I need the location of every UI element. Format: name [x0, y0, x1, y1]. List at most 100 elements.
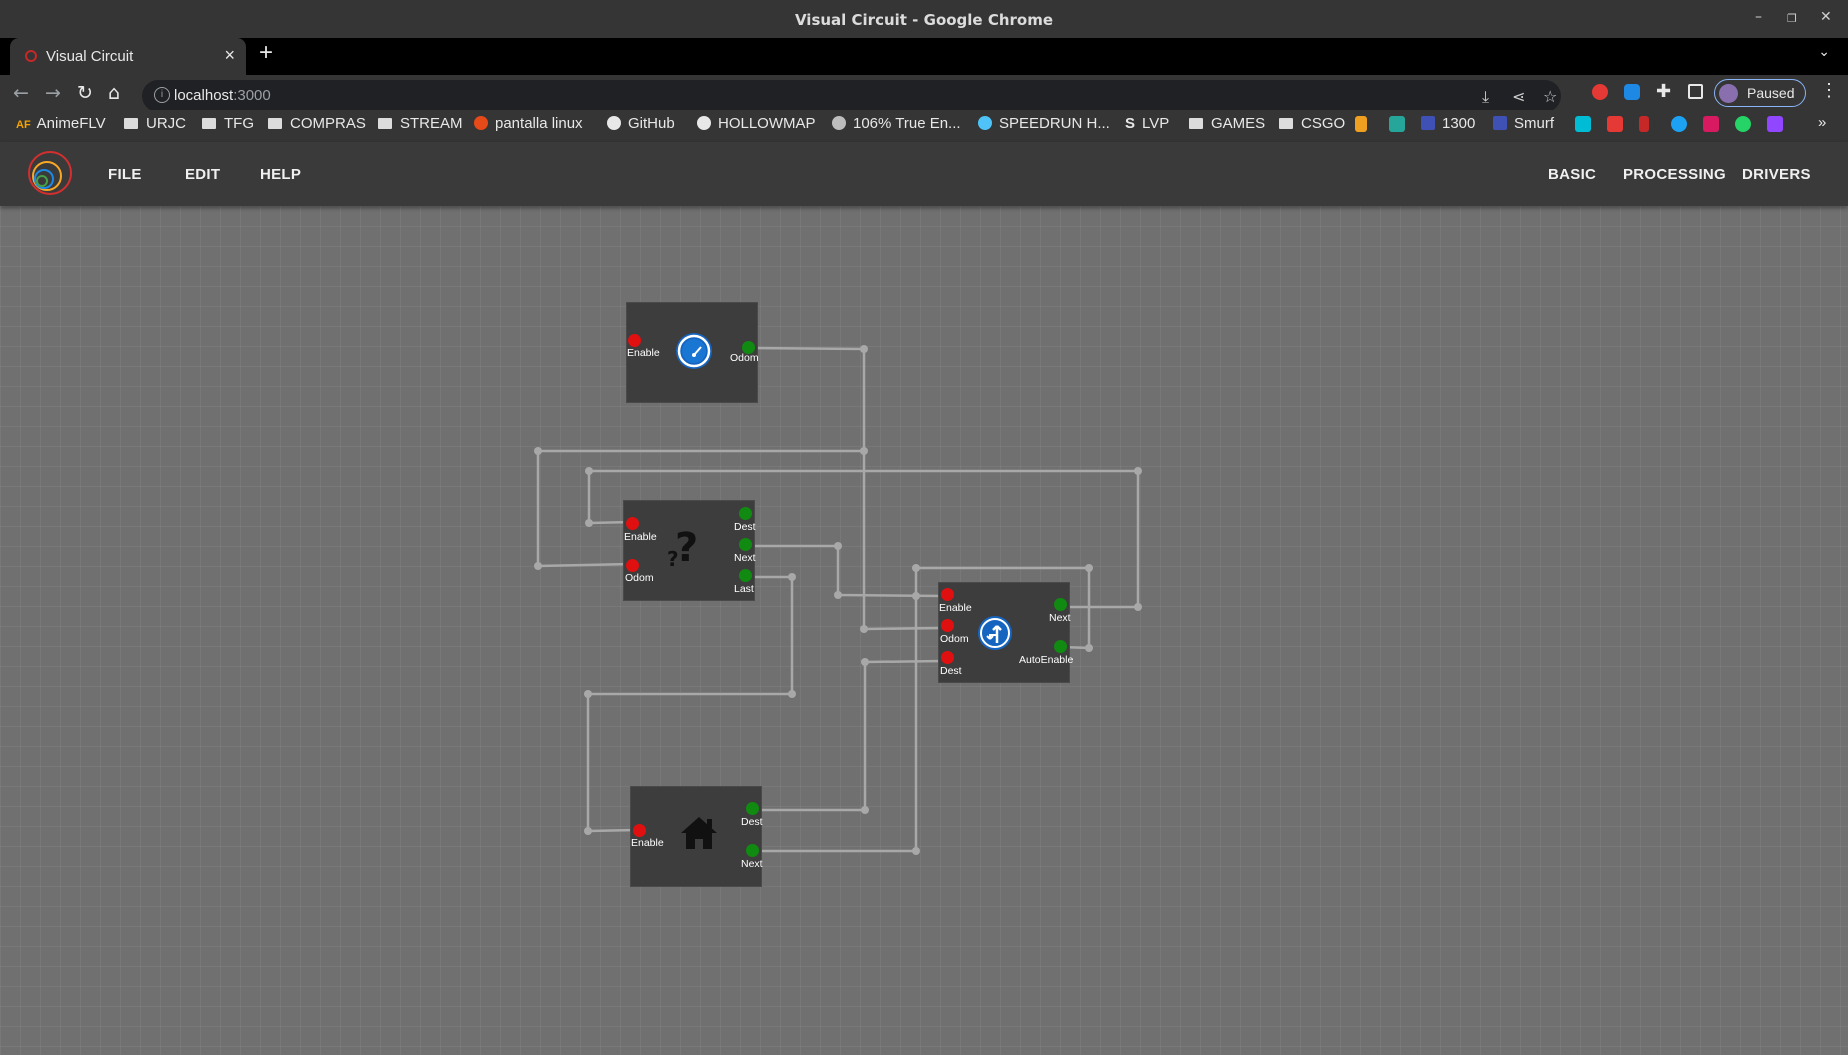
pin-label: Next — [741, 858, 763, 870]
output-pin-dest[interactable] — [739, 507, 752, 520]
pin-label: AutoEnable — [1019, 654, 1074, 666]
input-pin-odom[interactable] — [626, 559, 639, 572]
tab-search-chevron-icon[interactable]: ⌄ — [1818, 43, 1830, 60]
bookmark-label: STREAM — [400, 115, 463, 132]
bookmark-folder-csgo[interactable]: CSGO — [1279, 115, 1345, 132]
extension-translate-icon[interactable] — [1624, 84, 1640, 100]
bookmark-folder-urjc[interactable]: URJC — [124, 115, 186, 132]
input-pin-enable[interactable] — [941, 588, 954, 601]
instagram-icon[interactable] — [1703, 116, 1719, 132]
bookmark-folder-compras[interactable]: COMPRAS — [268, 115, 366, 132]
pin-label: Dest — [734, 521, 756, 533]
menu-file[interactable]: FILE — [108, 166, 142, 183]
bookmark-106-true[interactable]: 106% True En... — [832, 115, 961, 132]
tab-close-icon[interactable]: × — [224, 45, 235, 66]
input-pin-odom[interactable] — [941, 619, 954, 632]
bookmark-github[interactable]: GitHub — [607, 115, 675, 132]
side-panel-icon[interactable] — [1688, 84, 1703, 99]
chrome-menu-icon[interactable]: ⋮ — [1820, 80, 1838, 101]
menu-help[interactable]: HELP — [260, 166, 301, 183]
output-pin-next[interactable] — [1054, 598, 1067, 611]
input-pin-enable[interactable] — [633, 824, 646, 837]
lvp-icon: S — [1125, 115, 1136, 132]
install-icon[interactable]: ⤓ — [1482, 87, 1489, 107]
circuit-canvas[interactable]: Enable Odom Enable Odom ? ? Dest Next La… — [0, 206, 1848, 1055]
bookmark-orange-icon[interactable] — [1355, 116, 1367, 132]
bookmark-label: URJC — [146, 115, 186, 132]
navigator-block[interactable]: Enable Odom Dest Next AutoEnable — [938, 582, 1074, 683]
decision-block[interactable]: Enable Odom ? ? Dest Next Last — [623, 500, 756, 601]
favicon-icon — [25, 50, 37, 62]
wire-odom-to-navigator — [862, 451, 945, 631]
pin-label: Odom — [625, 572, 654, 584]
new-tab-icon[interactable]: + — [259, 39, 273, 67]
input-pin-dest[interactable] — [941, 651, 954, 664]
junction — [860, 625, 868, 633]
bookmark-l-icon[interactable] — [1389, 116, 1405, 132]
home-block[interactable]: Enable Dest Next — [630, 786, 763, 887]
bookmark-folder-stream[interactable]: STREAM — [378, 115, 463, 132]
netflix-icon[interactable] — [1639, 116, 1649, 132]
bookmark-label: GAMES — [1211, 115, 1266, 132]
extensions-puzzle-icon[interactable]: ✚ — [1656, 81, 1672, 101]
pin-label: Next — [1049, 612, 1071, 624]
menu-processing[interactable]: PROCESSING — [1623, 166, 1726, 183]
reload-icon[interactable]: ↻ — [77, 82, 93, 104]
home-icon[interactable]: ⌂ — [108, 82, 120, 104]
bookmark-smurf[interactable]: Smurf — [1493, 115, 1554, 132]
address-bar[interactable]: i localhost:3000 ⤓ ⋖ ☆ — [142, 80, 1561, 112]
junction — [834, 542, 842, 550]
bookmark-hollowmap[interactable]: HOLLOWMAP — [697, 115, 816, 132]
more-bookmarks-icon[interactable]: » — [1818, 114, 1826, 131]
bookmark-folder-tfg[interactable]: TFG — [202, 115, 254, 132]
junction — [834, 591, 842, 599]
menu-basic[interactable]: BASIC — [1548, 166, 1596, 183]
twitter-icon[interactable] — [1671, 116, 1687, 132]
bookmark-animeflv[interactable]: AF AnimeFLV — [16, 115, 106, 132]
back-icon[interactable]: ← — [13, 82, 29, 104]
bookmark-lvp[interactable]: S LVP — [1125, 115, 1169, 132]
minimize-icon[interactable]: – — [1755, 9, 1762, 25]
output-pin-next[interactable] — [739, 538, 752, 551]
window-titlebar: Visual Circuit - Google Chrome – ❐ ✕ — [0, 0, 1848, 38]
close-window-icon[interactable]: ✕ — [1820, 9, 1832, 25]
tab-visual-circuit[interactable]: Visual Circuit × — [10, 38, 246, 75]
extension-red-icon[interactable] — [1592, 84, 1608, 100]
bookmark-label: GitHub — [628, 115, 675, 132]
input-pin-enable[interactable] — [626, 517, 639, 530]
bookmark-label: LVP — [1142, 115, 1170, 132]
bookmark-star-icon[interactable]: ☆ — [1543, 87, 1557, 106]
junction — [912, 564, 920, 572]
bookmark-1300[interactable]: 1300 — [1421, 115, 1475, 132]
profile-button[interactable]: Paused — [1714, 79, 1806, 107]
url-port: :3000 — [233, 87, 271, 104]
output-pin-dest[interactable] — [746, 802, 759, 815]
output-pin-last[interactable] — [739, 569, 752, 582]
bookmark-label: SPEEDRUN H... — [999, 115, 1110, 132]
junction — [585, 467, 593, 475]
youtube-icon[interactable] — [1607, 116, 1623, 132]
wires-layer — [534, 345, 1142, 855]
pin-label: Odom — [940, 633, 969, 645]
input-pin-enable[interactable] — [628, 334, 641, 347]
window-title: Visual Circuit - Google Chrome — [794, 11, 1054, 29]
site-info-icon[interactable]: i — [154, 87, 170, 103]
bookmark-speedrun[interactable]: SPEEDRUN H... — [978, 115, 1110, 132]
menu-drivers[interactable]: DRIVERS — [1742, 166, 1811, 183]
output-pin-next[interactable] — [746, 844, 759, 857]
twitch-icon[interactable] — [1767, 116, 1783, 132]
pin-label: Next — [734, 552, 756, 564]
whatsapp-icon[interactable] — [1735, 116, 1751, 132]
odometry-block[interactable]: Enable Odom — [626, 302, 759, 403]
share-icon[interactable]: ⋖ — [1512, 87, 1525, 106]
bookmark-cyan-icon[interactable] — [1575, 116, 1591, 132]
bookmark-folder-games[interactable]: GAMES — [1189, 115, 1265, 132]
pin-label: Enable — [631, 837, 664, 849]
menu-edit[interactable]: EDIT — [185, 166, 220, 183]
junction — [860, 345, 868, 353]
app-logo[interactable] — [27, 150, 73, 196]
forward-icon[interactable]: → — [45, 82, 61, 104]
restore-icon[interactable]: ❐ — [1787, 12, 1797, 25]
output-pin-autoenable[interactable] — [1054, 640, 1067, 653]
bookmark-pantalla-linux[interactable]: pantalla linux — [474, 115, 583, 132]
